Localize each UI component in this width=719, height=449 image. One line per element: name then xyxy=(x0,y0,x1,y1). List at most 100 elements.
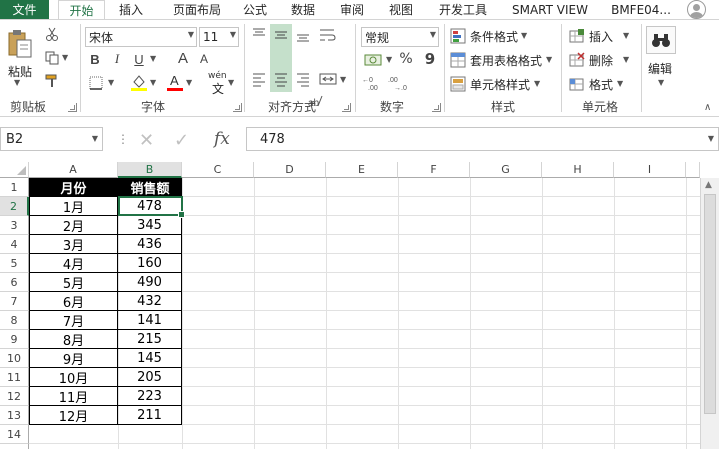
column-header-j[interactable] xyxy=(686,162,700,178)
table-cell-sales[interactable]: 145 xyxy=(118,349,182,368)
tab-data[interactable]: 数据 xyxy=(285,0,321,19)
currency-icon[interactable] xyxy=(363,52,385,68)
table-cell-month[interactable]: 6月 xyxy=(29,292,118,311)
align-center-icon[interactable] xyxy=(272,70,290,88)
table-cell-sales[interactable]: 160 xyxy=(118,254,182,273)
table-cell-sales[interactable]: 432 xyxy=(118,292,182,311)
row-header[interactable]: 13 xyxy=(0,406,29,425)
merge-center-icon[interactable] xyxy=(318,70,338,88)
cell-a1[interactable]: 月份 xyxy=(29,178,118,197)
clipboard-launcher-icon[interactable] xyxy=(68,103,77,112)
font-size-select[interactable]: 11 ▼ xyxy=(199,27,239,47)
cell-styles-label[interactable]: 单元格样式 xyxy=(470,76,530,93)
cell-styles-icon[interactable] xyxy=(450,76,466,92)
align-top-icon[interactable] xyxy=(250,26,268,44)
percent-button[interactable]: % xyxy=(398,50,414,68)
conditional-formatting-icon[interactable] xyxy=(450,28,466,44)
table-cell-sales[interactable]: 478 xyxy=(118,197,182,216)
table-cell-sales[interactable]: 205 xyxy=(118,368,182,387)
conditional-formatting-label[interactable]: 条件格式 xyxy=(470,28,518,45)
row-header[interactable]: 3 xyxy=(0,216,29,235)
number-format-select[interactable]: 常规 ▼ xyxy=(361,27,439,47)
editing-dropdown-icon[interactable]: ▼ xyxy=(658,78,664,87)
table-cell-month[interactable]: 9月 xyxy=(29,349,118,368)
borders-dropdown-icon[interactable]: ▼ xyxy=(108,78,114,87)
column-header-e[interactable]: E xyxy=(326,162,398,178)
delete-cells-dropdown-icon[interactable]: ▼ xyxy=(623,55,629,64)
insert-function-button[interactable]: fx xyxy=(214,129,230,149)
table-cell-month[interactable]: 10月 xyxy=(29,368,118,387)
column-header-h[interactable]: H xyxy=(542,162,614,178)
collapse-ribbon-icon[interactable]: ∧ xyxy=(704,102,711,113)
insert-cells-label[interactable]: 插入 xyxy=(589,28,613,45)
row-header[interactable]: 15 xyxy=(0,444,29,449)
cell-styles-dropdown-icon[interactable]: ▼ xyxy=(534,79,540,88)
editing-label[interactable]: 编辑 xyxy=(648,60,672,77)
row-header[interactable]: 14 xyxy=(0,425,29,444)
underline-button[interactable]: U xyxy=(132,51,146,67)
conditional-formatting-dropdown-icon[interactable]: ▼ xyxy=(521,31,527,40)
cancel-entry-icon[interactable]: ✕ xyxy=(139,130,154,151)
decrease-decimal-icon[interactable]: .00 →.0 xyxy=(388,74,410,92)
scroll-up-icon[interactable]: ▲ xyxy=(705,180,712,190)
row-header[interactable]: 10 xyxy=(0,349,29,368)
row-header[interactable]: 11 xyxy=(0,368,29,387)
binoculars-icon[interactable] xyxy=(646,26,676,54)
decrease-font-button[interactable]: A xyxy=(198,51,210,67)
table-cell-month[interactable]: 5月 xyxy=(29,273,118,292)
vertical-scrollbar[interactable]: ▲ xyxy=(700,178,719,449)
delete-cells-label[interactable]: 删除 xyxy=(589,52,613,69)
tab-bmfe[interactable]: BMFE04... xyxy=(607,0,675,19)
formula-bar-grip-icon[interactable]: ⋮ xyxy=(117,132,129,146)
tab-home[interactable]: 开始 xyxy=(58,0,105,20)
table-cell-month[interactable]: 11月 xyxy=(29,387,118,406)
name-box[interactable]: B2 ▼ xyxy=(0,127,103,151)
insert-cells-dropdown-icon[interactable]: ▼ xyxy=(623,31,629,40)
row-header[interactable]: 1 xyxy=(0,178,29,197)
format-painter-icon[interactable] xyxy=(44,73,60,89)
table-cell-month[interactable]: 7月 xyxy=(29,311,118,330)
wrap-text-icon[interactable] xyxy=(318,26,338,44)
italic-button[interactable]: I xyxy=(110,51,124,67)
tab-formulas[interactable]: 公式 xyxy=(238,0,272,19)
paste-icon[interactable] xyxy=(6,28,34,60)
tab-view[interactable]: 视图 xyxy=(383,0,419,19)
column-header-f[interactable]: F xyxy=(398,162,470,178)
format-cells-icon[interactable] xyxy=(569,76,585,92)
format-as-table-dropdown-icon[interactable]: ▼ xyxy=(546,55,552,64)
cell-b1[interactable]: 销售额 xyxy=(118,178,182,197)
underline-dropdown-icon[interactable]: ▼ xyxy=(150,54,156,63)
align-right-icon[interactable] xyxy=(294,70,312,88)
align-middle-icon[interactable] xyxy=(272,26,290,44)
font-launcher-icon[interactable] xyxy=(233,103,242,112)
table-cell-sales[interactable]: 490 xyxy=(118,273,182,292)
table-cell-sales[interactable]: 345 xyxy=(118,216,182,235)
number-launcher-icon[interactable] xyxy=(432,103,441,112)
table-cell-month[interactable]: 3月 xyxy=(29,235,118,254)
select-all-button[interactable] xyxy=(0,162,29,178)
comma-button[interactable]: 9 xyxy=(423,50,437,68)
borders-icon[interactable] xyxy=(88,75,104,91)
worksheet-grid[interactable]: A B C D E F G H I 1 2 3 4 5 6 7 8 9 10 1… xyxy=(0,162,719,449)
tab-page-layout[interactable]: 页面布局 xyxy=(162,0,232,19)
table-cell-sales[interactable]: 211 xyxy=(118,406,182,425)
table-cell-month[interactable]: 4月 xyxy=(29,254,118,273)
table-cell-sales[interactable]: 436 xyxy=(118,235,182,254)
table-cell-sales[interactable]: 215 xyxy=(118,330,182,349)
tab-smart-view[interactable]: SMART VIEW xyxy=(506,0,594,19)
increase-font-button[interactable]: A xyxy=(176,49,190,67)
merge-dropdown-icon[interactable]: ▼ xyxy=(340,75,346,84)
copy-dropdown-icon[interactable]: ▼ xyxy=(62,53,68,62)
decrease-indent-icon[interactable] xyxy=(250,92,268,106)
chevron-down-icon[interactable]: ▼ xyxy=(708,134,714,143)
font-name-select[interactable]: 宋体 ▼ xyxy=(85,27,197,47)
fill-color-icon[interactable] xyxy=(130,72,148,92)
tab-developer[interactable]: 开发工具 xyxy=(432,0,494,19)
align-bottom-icon[interactable] xyxy=(294,26,312,44)
currency-dropdown-icon[interactable]: ▼ xyxy=(386,55,392,64)
confirm-entry-icon[interactable]: ✓ xyxy=(174,130,189,151)
table-cell-sales[interactable]: 141 xyxy=(118,311,182,330)
table-cell-month[interactable]: 12月 xyxy=(29,406,118,425)
bold-button[interactable]: B xyxy=(88,51,102,67)
table-cell-month[interactable]: 1月 xyxy=(29,197,118,216)
